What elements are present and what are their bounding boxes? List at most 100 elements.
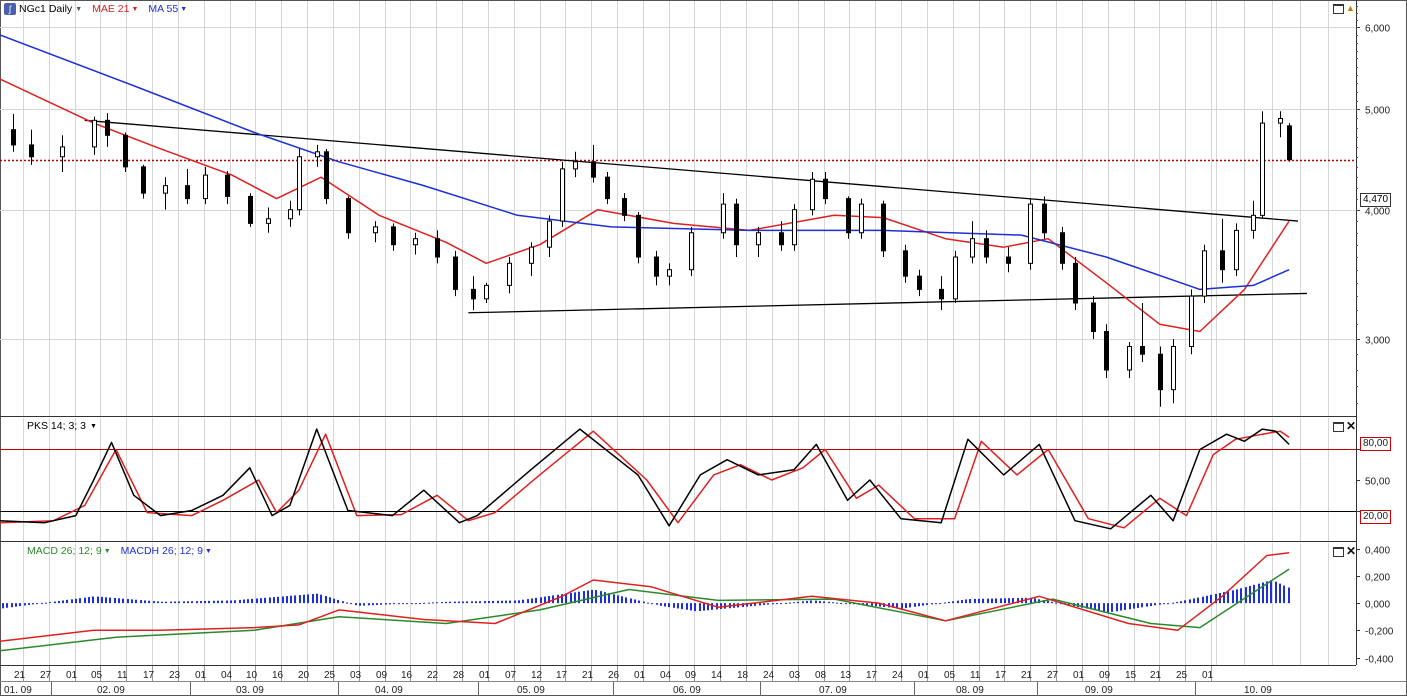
symbol-selector[interactable]: ʃ NGc1 Daily ▼ [4,3,82,15]
candle-body [917,275,922,290]
macdh-bar [290,595,292,604]
macdh-bar [1193,598,1195,604]
macd-legend: MACD 26; 12; 9 ▼ MACDH 26; 12; 9 ▼ [27,545,212,557]
macdh-bar [307,594,309,604]
ma-legend[interactable]: MA 55 ▼ [148,3,187,15]
candle-body [391,226,396,246]
window-frame [0,0,1407,696]
x-axis-month-label: 03. 09 [236,685,264,696]
candle-body [970,238,975,258]
macdh-bar [711,603,713,610]
macdh-bar [944,602,946,604]
close-icon[interactable]: ✕ [1346,420,1356,432]
maximize-pane-icon[interactable] [1333,422,1344,432]
macdh-bar [583,591,585,604]
x-axis-day-label: 17 [995,670,1007,681]
macdh-bar [935,603,937,605]
candle-body [60,146,65,158]
macdh-legend-item[interactable]: MACDH 26; 12; 9 ▼ [121,545,212,557]
maximize-pane-icon[interactable] [1333,4,1344,14]
macdh-bar [621,596,623,604]
x-axis-day-label: 01 [634,670,646,681]
candle-body [1006,256,1011,264]
candle-body [297,156,302,211]
x-axis-day-label: 18 [737,670,749,681]
symbol-label: NGc1 [19,3,46,15]
x-axis-day-label: 23 [169,670,181,681]
candle-body [1220,250,1225,271]
macdh-bar [208,600,210,604]
vertical-grid [23,1,1329,665]
macdh-bar [871,603,873,606]
macdh-bar [363,603,365,606]
x-axis-day-label: 11 [117,670,128,681]
dropdown-icon: ▼ [89,422,97,430]
macdh-bar [58,601,60,604]
macdh-bar [776,603,778,605]
macdh-histogram [2,580,1290,613]
candle-body [547,220,552,248]
symbol-icon: ʃ [4,3,16,15]
candle-body [573,161,578,170]
macdh-bar [118,598,120,604]
macdh-bar [174,601,176,604]
macdh-bar [54,601,56,604]
macd-axis-label: 0,000 [1365,600,1390,611]
x-axis-day-label: 05 [91,670,103,681]
macdh-bar [1176,602,1178,604]
candle-body [507,262,512,286]
macdh-bar [398,603,400,605]
macdh-bar [419,603,421,605]
candle-body [225,174,230,197]
macdh-bar [630,598,632,604]
macdh-bar [1206,595,1208,604]
macdh-bar [355,603,357,606]
macdh-bar [1258,583,1260,604]
macdh-bar [484,601,486,604]
mae-21-line [0,78,1290,333]
macdh-bar [1232,590,1234,604]
x-axis-month-label: 05. 09 [517,685,545,696]
close-icon[interactable]: ✕ [1346,545,1356,557]
macdh-bar [325,595,327,604]
macdh-bar [1129,603,1131,610]
candle-body [756,232,761,246]
macdh-bar [514,600,516,604]
x-axis-day-label: 21 [1021,670,1033,681]
x-axis-day-label: 21 [14,670,26,681]
pane-settings-icon[interactable]: ▲ [1345,3,1356,13]
macdh-bar [815,600,817,604]
candle-body [346,198,351,234]
macdh-bar [570,592,572,604]
macdh-bar [165,601,167,604]
candle-body [1158,353,1163,391]
macdh-bar [157,601,159,604]
x-axis-day-label: 09 [1099,670,1111,681]
mae-legend[interactable]: MAE 21 ▼ [92,3,138,15]
candle-body [1251,214,1256,231]
macdh-bar [901,603,903,609]
macd-legend-item[interactable]: MACD 26; 12; 9 ▼ [27,545,111,557]
macdh-bar [479,601,481,604]
macdh-bar [780,603,782,605]
x-axis-day-label: 17 [556,670,568,681]
macdh-bar [1154,603,1156,606]
dropdown-icon: ▼ [131,5,139,13]
macdh-bar [97,596,99,604]
macdh-bar [6,603,8,608]
macdh-bar [509,600,511,604]
macdh-bar [1172,602,1174,604]
macdh-bar [531,598,533,604]
x-axis-day-label: 21 [582,670,594,681]
candle-body [92,119,97,148]
pks-legend[interactable]: PKS 14; 3; 3 ▼ [27,420,97,432]
macdh-bar [613,594,615,604]
macdh-bar [140,600,142,604]
maximize-pane-icon[interactable] [1333,547,1344,557]
candle-body [266,218,271,224]
x-axis-day-label: 01 [66,670,78,681]
x-axis-day-label: 05 [944,670,956,681]
macdh-bar [952,601,954,604]
candle-body [141,166,146,194]
macdh-bar [677,603,679,609]
